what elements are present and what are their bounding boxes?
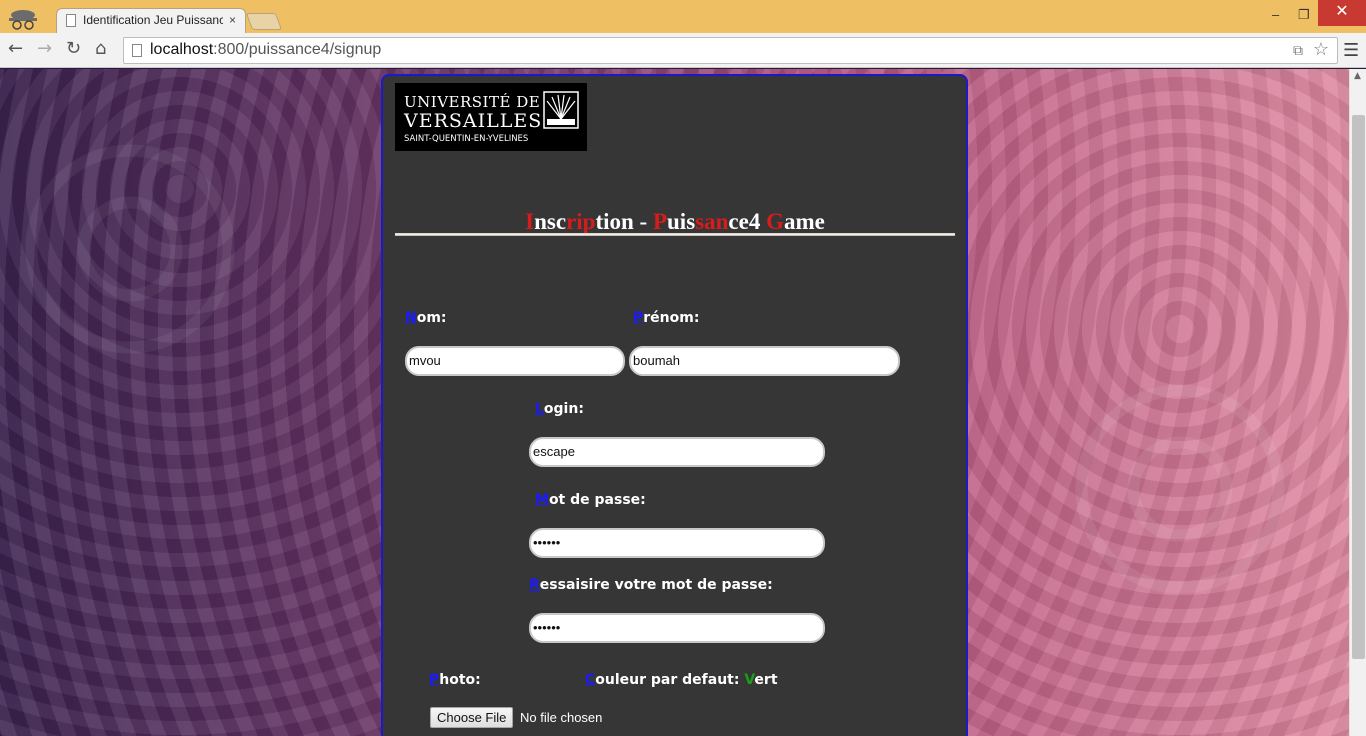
page-scrollbar[interactable]: ▲: [1349, 69, 1366, 736]
minimize-button[interactable]: –: [1272, 7, 1279, 22]
star-icon[interactable]: ☆: [1313, 39, 1329, 60]
page-viewport: UNIVERSITÉ DE VERSAILLES SAINT-QUENTIN-E…: [0, 69, 1349, 736]
back-icon[interactable]: ←: [8, 38, 23, 59]
scroll-up-arrow-icon[interactable]: ▲: [1354, 71, 1361, 81]
nom-input[interactable]: mvou: [405, 346, 625, 376]
title-part: ce4: [728, 209, 767, 234]
tab-close-icon[interactable]: ×: [229, 13, 236, 27]
label-text: ouleur par defaut:: [595, 672, 745, 688]
title-part: uis: [667, 209, 696, 234]
title-part: nsc: [534, 209, 567, 234]
logo-line-3: SAINT-QUENTIN-EN-YVELINES: [404, 134, 529, 144]
title-part: ame: [783, 209, 825, 234]
file-status-text: No file chosen: [520, 710, 603, 725]
title-part: tion -: [595, 209, 653, 234]
translate-icon[interactable]: ⧉: [1293, 42, 1303, 59]
login-input[interactable]: escape: [529, 437, 825, 467]
new-tab-button[interactable]: [245, 13, 283, 30]
password-confirm-input[interactable]: ••••••: [529, 613, 825, 643]
label-initial: R: [529, 577, 540, 593]
address-bar[interactable]: localhost:800/puissance4/signup ⧉ ☆: [123, 37, 1338, 64]
label-initial: P: [633, 310, 644, 326]
photo-label: Photo:: [429, 672, 481, 688]
color-value-initial: V: [744, 672, 755, 688]
nom-label: Nom:: [405, 310, 447, 326]
page-title: Inscription - Puissance4 Game: [395, 209, 955, 235]
title-divider: [395, 233, 955, 236]
url-path: :800/puissance4/signup: [213, 41, 382, 58]
color-value: ert: [754, 672, 778, 688]
password-input[interactable]: ••••••: [529, 528, 825, 558]
page-icon: [66, 14, 76, 27]
default-color-label: Couleur par defaut: Vert: [585, 672, 778, 688]
label-text: rénom:: [643, 310, 700, 326]
label-text: om:: [416, 310, 447, 326]
label-initial: L: [535, 401, 544, 417]
prenom-input[interactable]: boumah: [629, 346, 900, 376]
maximize-button[interactable]: ❐: [1298, 7, 1310, 23]
page-icon: [132, 44, 142, 57]
sunburst-emblem-icon: [543, 91, 579, 129]
tab-title: Identification Jeu Puissance 4: [83, 13, 223, 27]
home-icon[interactable]: ⌂: [95, 38, 106, 59]
incognito-icon: [9, 10, 37, 30]
title-part: G: [766, 209, 784, 234]
label-text: ogin:: [543, 401, 584, 417]
forward-icon[interactable]: →: [37, 38, 52, 59]
logo-line-2: VERSAILLES: [404, 110, 543, 132]
label-initial: P: [429, 672, 440, 688]
login-label: Login:: [535, 401, 584, 417]
window-titlebar: Identification Jeu Puissance 4 × – ❐ ✕: [0, 0, 1366, 34]
title-part: san: [695, 209, 729, 234]
prenom-label: Prénom:: [633, 310, 699, 326]
title-part: rip: [566, 209, 596, 234]
title-part: I: [525, 209, 535, 234]
label-initial: N: [405, 310, 417, 326]
url-host: localhost: [150, 41, 214, 58]
password-confirm-label: Ressaisire votre mot de passe:: [529, 577, 773, 593]
label-initial: C: [585, 672, 596, 688]
signup-panel: UNIVERSITÉ DE VERSAILLES SAINT-QUENTIN-E…: [381, 74, 968, 736]
password-label: Mot de passe:: [535, 492, 646, 508]
choose-file-button[interactable]: Choose File: [430, 707, 514, 728]
label-text: ot de passe:: [548, 492, 646, 508]
label-text: essaisire votre mot de passe:: [539, 577, 773, 593]
reload-icon[interactable]: ↻: [66, 38, 81, 59]
close-window-button[interactable]: ✕: [1318, 0, 1366, 26]
title-part: P: [652, 209, 668, 234]
browser-tab[interactable]: Identification Jeu Puissance 4 ×: [56, 8, 246, 34]
menu-icon[interactable]: ☰: [1343, 40, 1359, 61]
browser-toolbar: ← → ↻ ⌂ localhost:800/puissance4/signup …: [0, 33, 1366, 68]
logo-line-1: UNIVERSITÉ DE: [404, 93, 541, 111]
label-initial: M: [535, 492, 549, 508]
scroll-thumb[interactable]: [1352, 115, 1365, 659]
university-logo: UNIVERSITÉ DE VERSAILLES SAINT-QUENTIN-E…: [395, 83, 587, 151]
label-text: hoto:: [439, 672, 481, 688]
